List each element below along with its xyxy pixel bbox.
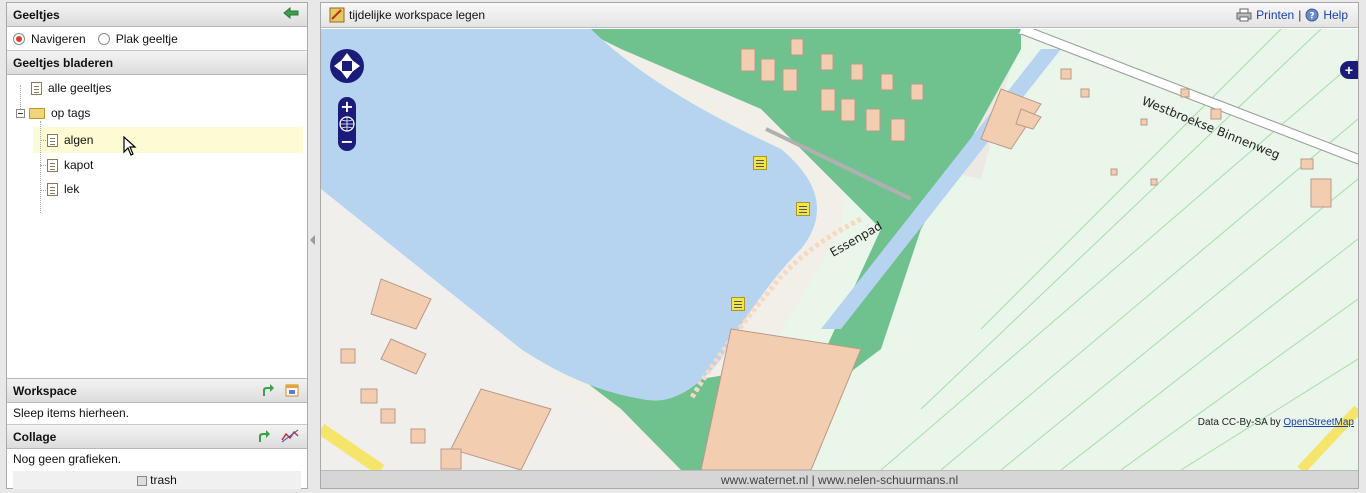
link-separator: | <box>1298 8 1302 22</box>
collapse-arrow-icon[interactable] <box>283 7 299 19</box>
collage-hint: Nog geen grafieken. <box>13 452 122 466</box>
workspace-hint: Sleep items hierheen. <box>7 403 307 425</box>
collage-header: Collage <box>7 425 307 449</box>
tree-folder-op-tags[interactable]: op tags <box>29 102 90 124</box>
map-tiles: Westbroekse Binnenweg Essenpad <box>321 29 1358 470</box>
workspace-header: Workspace <box>7 379 307 403</box>
tree-item-kapot[interactable]: kapot <box>47 154 93 176</box>
navigeren-label[interactable]: Navigeren <box>31 32 86 46</box>
zoom-out-icon[interactable]: − <box>340 132 353 151</box>
tree-label: op tags <box>51 106 91 120</box>
printer-icon[interactable] <box>1236 8 1252 22</box>
zoom-in-icon[interactable]: + <box>340 97 353 116</box>
footer-links[interactable]: www.waternet.nl | www.nelen-schuurmans.n… <box>321 470 1358 488</box>
map-attribution: Data CC-By-SA by OpenStreetMap <box>1198 417 1354 428</box>
attribution-prefix: Data CC-By-SA by <box>1197 417 1281 428</box>
geeltje-marker[interactable] <box>796 202 810 216</box>
document-icon <box>47 133 58 147</box>
geeltjes-bladeren-header: Geeltjes bladeren <box>7 51 307 75</box>
print-link[interactable]: Printen <box>1256 8 1294 22</box>
main-panel: tijdelijke workspace legen Printen | ? H… <box>320 2 1359 489</box>
layer-switcher-plus-icon[interactable]: + <box>1340 61 1358 79</box>
trash-icon <box>137 475 148 486</box>
tree-label: lek <box>64 182 80 196</box>
svg-text:?: ? <box>1310 12 1315 22</box>
trash-drop-zone[interactable]: trash <box>13 471 301 489</box>
left-panel: Geeltjes Navigeren Plak geeltje Geeltjes… <box>6 2 308 489</box>
clear-workspace-link[interactable]: tijdelijke workspace legen <box>349 8 485 22</box>
share-arrow-icon[interactable] <box>257 429 271 443</box>
map-view[interactable]: Westbroekse Binnenweg Essenpad + − + Dat… <box>321 29 1358 470</box>
document-icon <box>47 182 58 196</box>
trash-label: trash <box>150 473 177 487</box>
clear-workspace-icon[interactable] <box>329 7 345 23</box>
help-link[interactable]: Help <box>1323 8 1348 22</box>
open-folder-icon <box>29 107 45 119</box>
plak-geeltje-label[interactable]: Plak geeltje <box>116 32 178 46</box>
geeltjes-title: Geeltjes <box>13 8 60 22</box>
document-icon <box>47 158 58 172</box>
geeltje-marker[interactable] <box>731 297 745 311</box>
tree-label: algen <box>64 133 94 147</box>
navigeren-radio[interactable] <box>13 32 25 45</box>
calendar-icon[interactable] <box>285 383 299 397</box>
panel-splitter[interactable] <box>310 235 315 245</box>
openstreetmap-link[interactable]: OpenStreetMap <box>1283 417 1354 428</box>
collapse-toggle-icon[interactable] <box>16 109 25 118</box>
map-navigation-control: + − <box>330 49 364 151</box>
mouse-cursor-icon <box>123 136 137 156</box>
geeltjes-header: Geeltjes <box>7 3 307 27</box>
geeltjes-tree: alle geeltjes op tags algen kapot lek <box>7 75 307 379</box>
tree-label: kapot <box>64 158 94 172</box>
collage-title: Collage <box>13 430 57 444</box>
geeltje-marker[interactable] <box>753 156 767 170</box>
tree-item-lek[interactable]: lek <box>47 178 79 200</box>
tree-item-algen[interactable]: algen <box>47 129 93 151</box>
document-icon <box>31 81 42 95</box>
tree-item-alle-geeltjes[interactable]: alle geeltjes <box>31 77 111 99</box>
mode-selector: Navigeren Plak geeltje <box>7 27 307 51</box>
workspace-title: Workspace <box>13 384 77 398</box>
graph-icon[interactable] <box>281 429 299 443</box>
main-toolbar: tijdelijke workspace legen Printen | ? H… <box>321 3 1358 28</box>
share-arrow-icon[interactable] <box>261 383 275 397</box>
geeltjes-bladeren-title: Geeltjes bladeren <box>13 56 114 70</box>
help-icon[interactable]: ? <box>1305 8 1319 22</box>
tree-label: alle geeltjes <box>48 81 112 95</box>
plak-geeltje-radio[interactable] <box>97 32 110 45</box>
